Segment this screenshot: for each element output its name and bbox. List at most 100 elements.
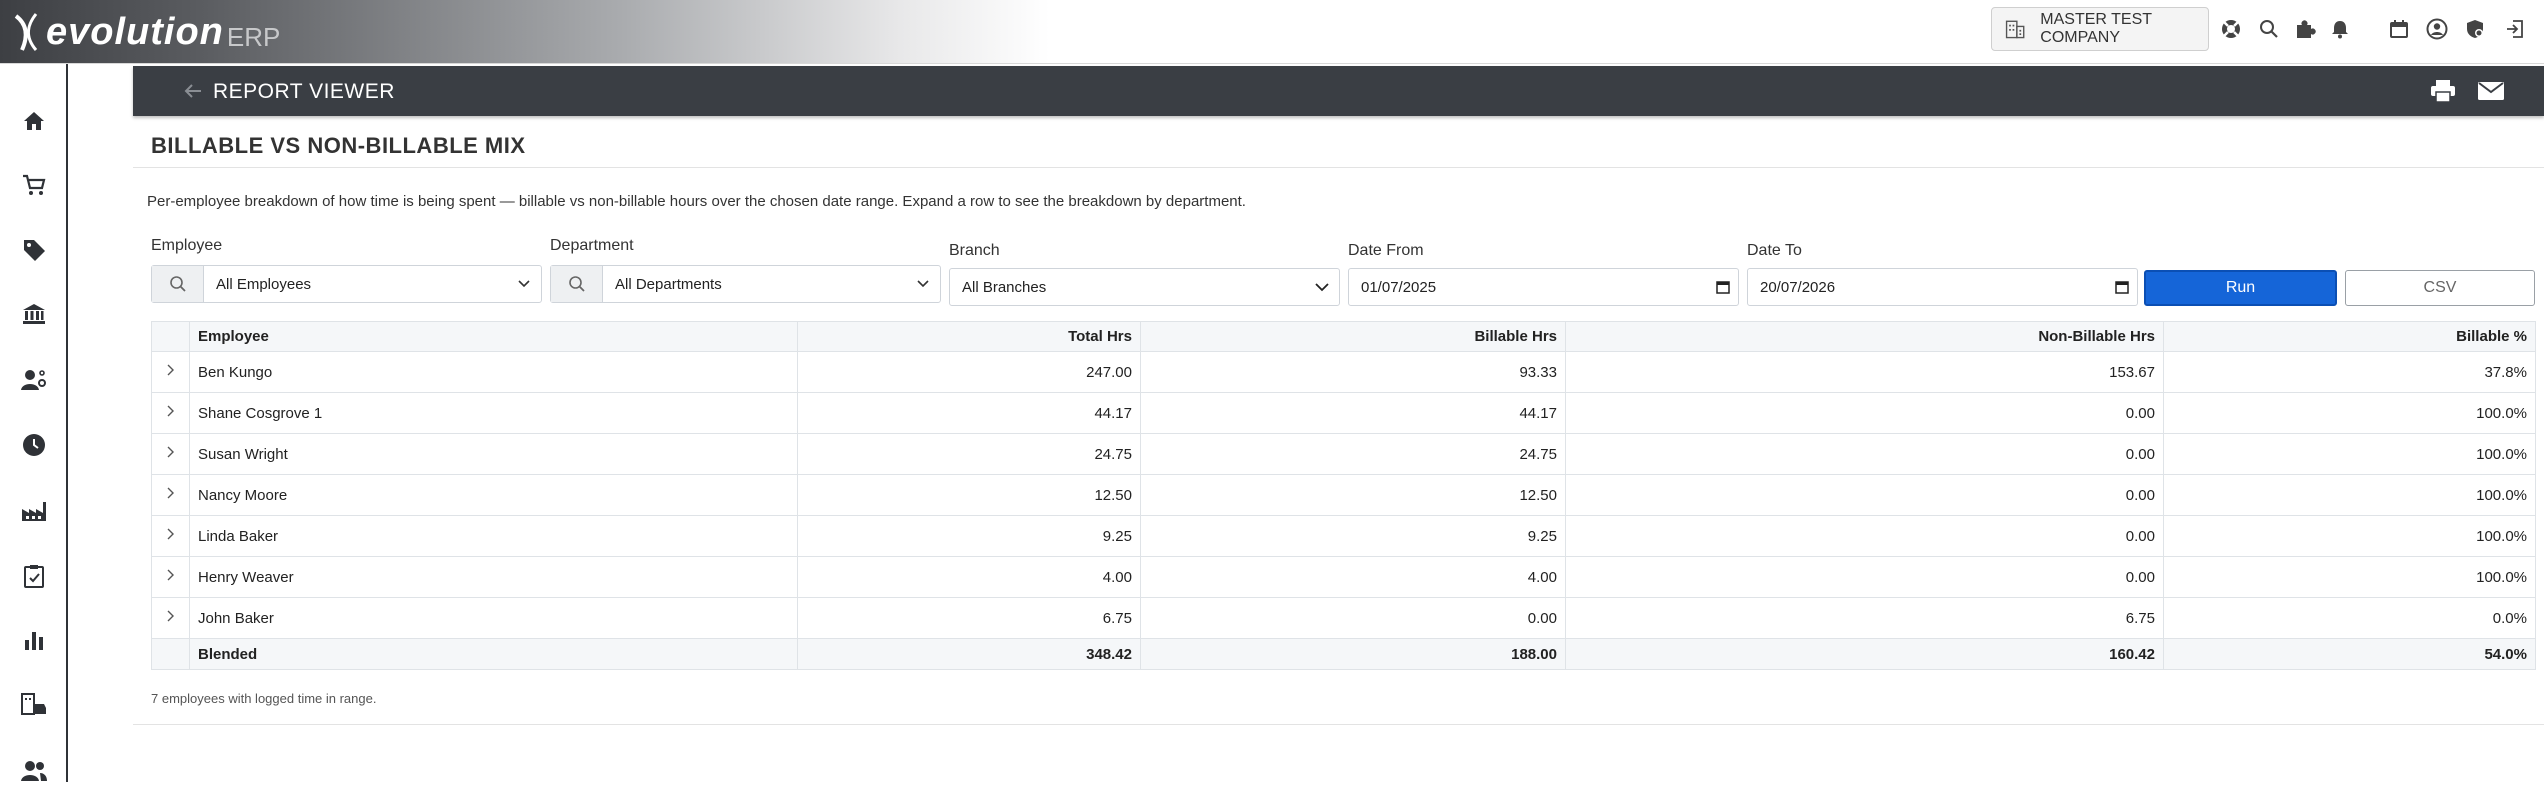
report-description: Per-employee breakdown of how time is be… — [147, 193, 1246, 210]
sidebar-item-tasks[interactable] — [0, 546, 68, 606]
search-icon[interactable] — [2254, 14, 2284, 44]
table-row[interactable]: Nancy Moore 12.50 12.50 0.00 100.0% — [151, 474, 2536, 516]
cell-billable-percent: 100.0% — [2163, 433, 2536, 475]
table-row[interactable]: Susan Wright 24.75 24.75 0.00 100.0% — [151, 433, 2536, 475]
cell-non-billable-hrs: 0.00 — [1565, 556, 2164, 598]
report-title: BILLABLE VS NON-BILLABLE MIX — [151, 133, 526, 158]
print-button[interactable] — [2428, 78, 2458, 104]
branch-select[interactable]: All Branches — [949, 268, 1340, 306]
divider — [133, 167, 2544, 168]
sidebar-item-hr[interactable] — [0, 350, 68, 410]
date-from-label: Date From — [1348, 242, 1424, 259]
building-car-icon — [21, 693, 46, 715]
tag-icon — [24, 240, 45, 261]
search-icon — [169, 276, 186, 292]
report-viewer-title: REPORT VIEWER — [213, 80, 395, 103]
sidebar-item-sales[interactable] — [0, 155, 68, 215]
csv-button[interactable]: CSV — [2345, 270, 2535, 306]
department-select-value: All Departments — [615, 275, 722, 293]
bell-icon[interactable] — [2325, 14, 2355, 44]
top-bar: evolution ERP MASTER TEST COMPANY — [0, 0, 2544, 64]
cell-billable-percent: 0.0% — [2163, 597, 2536, 639]
employee-select-value: All Employees — [216, 275, 312, 293]
factory-icon — [22, 502, 46, 521]
cell-total-hrs: 4.00 — [797, 556, 1141, 598]
cell-total-hrs: 9.25 — [797, 515, 1141, 557]
column-header-billable-percent[interactable]: Billable % — [2163, 321, 2536, 352]
calendar-icon[interactable] — [1708, 280, 1738, 294]
people-icon — [21, 761, 47, 781]
sidebar-item-banking[interactable] — [0, 284, 68, 344]
column-header-employee[interactable]: Employee — [189, 321, 798, 352]
cell-billable-hrs: 93.33 — [1140, 351, 1566, 393]
table-row[interactable]: Ben Kungo 247.00 93.33 153.67 37.8% — [151, 351, 2536, 393]
table-row[interactable]: Henry Weaver 4.00 4.00 0.00 100.0% — [151, 556, 2536, 598]
cell-employee: Nancy Moore — [189, 474, 798, 516]
expand-row-button[interactable] — [151, 515, 190, 557]
logout-icon[interactable] — [2500, 14, 2530, 44]
expand-row-button[interactable] — [151, 433, 190, 475]
department-select[interactable]: All Departments — [550, 265, 941, 303]
user-icon[interactable] — [2422, 14, 2452, 44]
expand-row-button[interactable] — [151, 351, 190, 393]
department-label: Department — [550, 237, 634, 254]
sidebar-item-manufacturing[interactable] — [0, 481, 68, 541]
cart-icon — [23, 174, 46, 195]
expand-row-button[interactable] — [151, 392, 190, 434]
cell-non-billable-hrs: 0.00 — [1565, 474, 2164, 516]
branch-label: Branch — [949, 242, 1000, 259]
cell-non-billable-hrs: 0.00 — [1565, 515, 2164, 557]
sidebar-item-home[interactable] — [0, 91, 68, 151]
email-button[interactable] — [2476, 78, 2506, 104]
employee-search-button[interactable] — [152, 266, 204, 302]
lifebuoy-icon[interactable] — [2216, 14, 2246, 44]
calendar-icon[interactable] — [2107, 280, 2137, 294]
cell-total-hrs: 44.17 — [797, 392, 1141, 434]
total-billable-hrs: 188.00 — [1140, 638, 1566, 670]
cell-employee: Shane Cosgrove 1 — [189, 392, 798, 434]
expand-row-button[interactable] — [151, 474, 190, 516]
puzzle-icon[interactable] — [2290, 14, 2320, 44]
expand-row-button[interactable] — [151, 597, 190, 639]
column-header-non-billable-hrs[interactable]: Non-Billable Hrs — [1565, 321, 2164, 352]
sidebar-item-reports[interactable] — [0, 610, 68, 670]
cell-billable-hrs: 24.75 — [1140, 433, 1566, 475]
sidebar-item-pricing[interactable] — [0, 220, 68, 280]
app-logo[interactable]: evolution ERP — [10, 10, 280, 54]
logo-text: evolution — [46, 10, 224, 53]
cell-billable-percent: 100.0% — [2163, 556, 2536, 598]
company-selector-button[interactable]: MASTER TEST COMPANY — [1991, 7, 2209, 51]
cell-total-hrs: 6.75 — [797, 597, 1141, 639]
sidebar-item-time[interactable] — [0, 415, 68, 475]
cell-billable-hrs: 4.00 — [1140, 556, 1566, 598]
cell-total-hrs: 247.00 — [797, 351, 1141, 393]
cell-employee: Henry Weaver — [189, 556, 798, 598]
run-button[interactable]: Run — [2144, 270, 2337, 306]
cell-billable-hrs: 9.25 — [1140, 515, 1566, 557]
department-search-button[interactable] — [551, 266, 603, 302]
expand-row-button[interactable] — [151, 556, 190, 598]
envelope-icon — [2478, 82, 2504, 100]
table-footnote: 7 employees with logged time in range. — [151, 691, 377, 706]
cell-non-billable-hrs: 153.67 — [1565, 351, 2164, 393]
column-header-billable-hrs[interactable]: Billable Hrs — [1140, 321, 1566, 352]
table-row[interactable]: Linda Baker 9.25 9.25 0.00 100.0% — [151, 515, 2536, 557]
calendar-icon[interactable] — [2384, 14, 2414, 44]
report-viewer-header: REPORT VIEWER — [133, 66, 2544, 116]
employee-select[interactable]: All Employees — [151, 265, 542, 303]
column-header-total-hrs[interactable]: Total Hrs — [797, 321, 1141, 352]
table-total-row: Blended 348.42 188.00 160.42 54.0% — [151, 638, 2536, 670]
shield-icon[interactable] — [2460, 14, 2490, 44]
date-to-input[interactable]: 20/07/2026 — [1747, 268, 2138, 306]
cell-non-billable-hrs: 0.00 — [1565, 392, 2164, 434]
table-header-row: Employee Total Hrs Billable Hrs Non-Bill… — [151, 321, 2536, 352]
sidebar-item-fleet[interactable] — [0, 675, 68, 735]
date-from-input[interactable]: 01/07/2025 — [1348, 268, 1739, 306]
sidebar-item-people[interactable] — [0, 740, 68, 800]
table-row[interactable]: John Baker 6.75 0.00 6.75 0.0% — [151, 597, 2536, 639]
clock-icon — [23, 434, 45, 456]
table-row[interactable]: Shane Cosgrove 1 44.17 44.17 0.00 100.0% — [151, 392, 2536, 434]
back-arrow-icon[interactable] — [181, 79, 205, 103]
cell-billable-percent: 100.0% — [2163, 392, 2536, 434]
cell-employee: John Baker — [189, 597, 798, 639]
